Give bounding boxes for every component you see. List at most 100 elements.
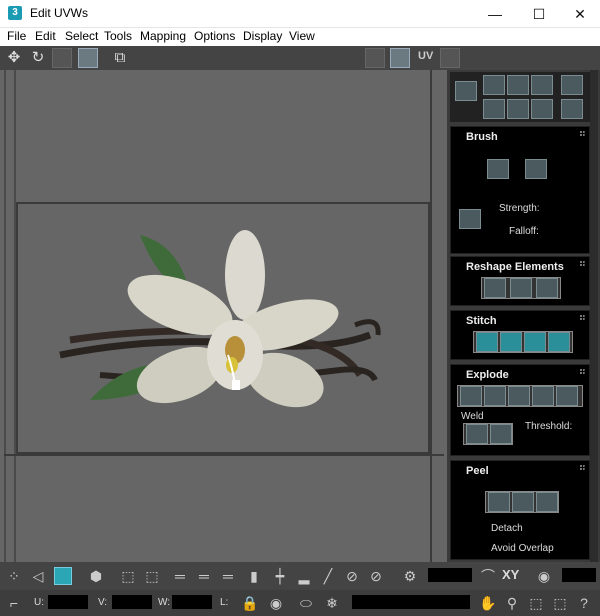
align-vertical-icon[interactable] bbox=[507, 75, 529, 95]
flatten-by-smoothing-icon[interactable] bbox=[508, 386, 530, 406]
reset-peel-icon[interactable] bbox=[536, 492, 558, 512]
show-map-icon[interactable] bbox=[390, 48, 410, 68]
point-to-point-icon[interactable]: ┿ bbox=[270, 566, 290, 586]
stitch-average-icon[interactable] bbox=[500, 332, 522, 352]
relax-brush-icon[interactable] bbox=[525, 159, 547, 179]
stitch-target-icon[interactable] bbox=[524, 332, 546, 352]
distribute-v-icon[interactable] bbox=[561, 99, 583, 119]
edge-select-icon[interactable]: ◁ bbox=[28, 566, 48, 586]
move-icon[interactable]: ✥ bbox=[4, 48, 24, 68]
freeform-icon[interactable] bbox=[78, 48, 98, 68]
falloff-label: Falloff: bbox=[509, 226, 539, 237]
snap-icon[interactable]: ◉ bbox=[534, 566, 554, 586]
brush-icon[interactable]: ╱ bbox=[318, 566, 338, 586]
grow-select-icon[interactable]: ⬚ bbox=[118, 566, 138, 586]
zoom-extents-icon[interactable]: ⬚ bbox=[550, 593, 570, 613]
menu-edit[interactable]: Edit bbox=[35, 29, 56, 43]
paint-select-icon[interactable]: ▂ bbox=[294, 566, 314, 586]
settings-icon[interactable] bbox=[440, 48, 460, 68]
help-icon[interactable]: ? bbox=[574, 593, 594, 613]
falloff-curve-icon[interactable] bbox=[459, 209, 481, 229]
w-field[interactable] bbox=[172, 595, 212, 609]
edge-loop-icon[interactable]: ═ bbox=[218, 566, 238, 586]
menu-options[interactable]: Options bbox=[194, 29, 235, 43]
align-horizontal-icon[interactable] bbox=[483, 75, 505, 95]
maximize-button[interactable]: ☐ bbox=[519, 0, 559, 28]
explode-rollout: Explode Weld Threshold: bbox=[450, 364, 590, 456]
close-button[interactable]: ✕ bbox=[560, 0, 600, 28]
quick-tools bbox=[450, 72, 590, 122]
gear-icon[interactable]: ⚙ bbox=[400, 566, 420, 586]
grid-line-horizontal bbox=[4, 454, 444, 456]
quick-peel-icon[interactable] bbox=[488, 492, 510, 512]
freeze-icon[interactable]: ❄ bbox=[322, 593, 342, 613]
stitch-rollout: Stitch bbox=[450, 310, 590, 360]
peel-title[interactable]: Peel bbox=[466, 465, 489, 477]
grid-line-vertical bbox=[430, 70, 432, 562]
detach-edge-icon[interactable] bbox=[484, 386, 506, 406]
selection-name-field[interactable] bbox=[352, 595, 470, 609]
element-select-icon[interactable]: ⬢ bbox=[86, 566, 106, 586]
viewport-frame-left bbox=[4, 70, 16, 562]
shrink-select-icon[interactable]: ⬚ bbox=[142, 566, 162, 586]
stitch-title[interactable]: Stitch bbox=[466, 315, 497, 327]
ring-select-icon[interactable]: ═ bbox=[194, 566, 214, 586]
menu-file[interactable]: File bbox=[7, 29, 26, 43]
align-center-icon[interactable] bbox=[483, 99, 505, 119]
title-bar: 3 Edit UVWs — ☐ ✕ bbox=[0, 0, 600, 28]
soft-select-value-field[interactable] bbox=[428, 568, 472, 582]
pattern-icon[interactable] bbox=[507, 99, 529, 119]
xy-label: XY bbox=[502, 567, 520, 582]
menu-view[interactable]: View bbox=[289, 29, 315, 43]
zoom-region-icon[interactable]: ⬚ bbox=[526, 593, 546, 613]
lock-icon[interactable]: 🔒 bbox=[240, 593, 260, 613]
mirror-icon[interactable]: ⧉ bbox=[110, 48, 130, 68]
menu-mapping[interactable]: Mapping bbox=[140, 29, 186, 43]
reshape-rollout: Reshape Elements bbox=[450, 256, 590, 306]
open-edge-icon[interactable]: ▮ bbox=[244, 566, 264, 586]
menu-display[interactable]: Display bbox=[243, 29, 282, 43]
minimize-button[interactable]: — bbox=[475, 0, 515, 28]
uv-viewport[interactable] bbox=[0, 70, 447, 562]
relax-icon[interactable] bbox=[510, 278, 532, 298]
vertex-select-icon[interactable]: ⁘ bbox=[4, 566, 24, 586]
straighten-icon[interactable] bbox=[484, 278, 506, 298]
hide-icon[interactable]: ⬭ bbox=[296, 593, 316, 613]
zoom-icon[interactable]: ⚲ bbox=[502, 593, 522, 613]
stitch-source-icon[interactable] bbox=[476, 332, 498, 352]
rotate-cw-icon[interactable] bbox=[531, 75, 553, 95]
reshape-title[interactable]: Reshape Elements bbox=[466, 261, 564, 273]
scale-icon[interactable] bbox=[52, 48, 72, 68]
pan-icon[interactable]: ✋ bbox=[478, 593, 498, 613]
flatten-by-material-icon[interactable] bbox=[532, 386, 554, 406]
falloff-icon[interactable]: ⊘ bbox=[366, 566, 386, 586]
menu-select[interactable]: Select bbox=[65, 29, 98, 43]
checker-icon[interactable] bbox=[365, 48, 385, 68]
weld-selected-icon[interactable] bbox=[466, 424, 488, 444]
brush-title[interactable]: Brush bbox=[466, 131, 498, 143]
paint-brush-icon[interactable] bbox=[487, 159, 509, 179]
absolute-mode-icon[interactable]: ⌐ bbox=[4, 593, 24, 613]
rotate-icon[interactable]: ↻ bbox=[28, 48, 48, 68]
grip-icon bbox=[580, 465, 585, 470]
side-panel-scrollbar[interactable] bbox=[590, 70, 598, 562]
flatten-icon[interactable] bbox=[536, 278, 558, 298]
rotate-ccw-icon[interactable] bbox=[531, 99, 553, 119]
flatten-by-polygon-icon[interactable] bbox=[556, 386, 578, 406]
v-field[interactable] bbox=[112, 595, 152, 609]
face-select-icon[interactable] bbox=[54, 567, 72, 585]
break-icon[interactable] bbox=[460, 386, 482, 406]
loop-select-icon[interactable]: ═ bbox=[170, 566, 190, 586]
curve-icon[interactable]: ⌒ bbox=[478, 566, 498, 586]
soft-select-icon[interactable]: ⊘ bbox=[342, 566, 362, 586]
snap-value-field[interactable] bbox=[562, 568, 596, 582]
u-field[interactable] bbox=[48, 595, 88, 609]
explode-title[interactable]: Explode bbox=[466, 369, 509, 381]
eye-icon[interactable]: ◉ bbox=[266, 593, 286, 613]
weld-target-icon[interactable] bbox=[490, 424, 512, 444]
menu-tools[interactable]: Tools bbox=[104, 29, 132, 43]
peel-mode-icon[interactable] bbox=[512, 492, 534, 512]
distribute-h-icon[interactable] bbox=[561, 75, 583, 95]
quick-transform-icon[interactable] bbox=[455, 81, 477, 101]
stitch-custom-icon[interactable] bbox=[548, 332, 570, 352]
